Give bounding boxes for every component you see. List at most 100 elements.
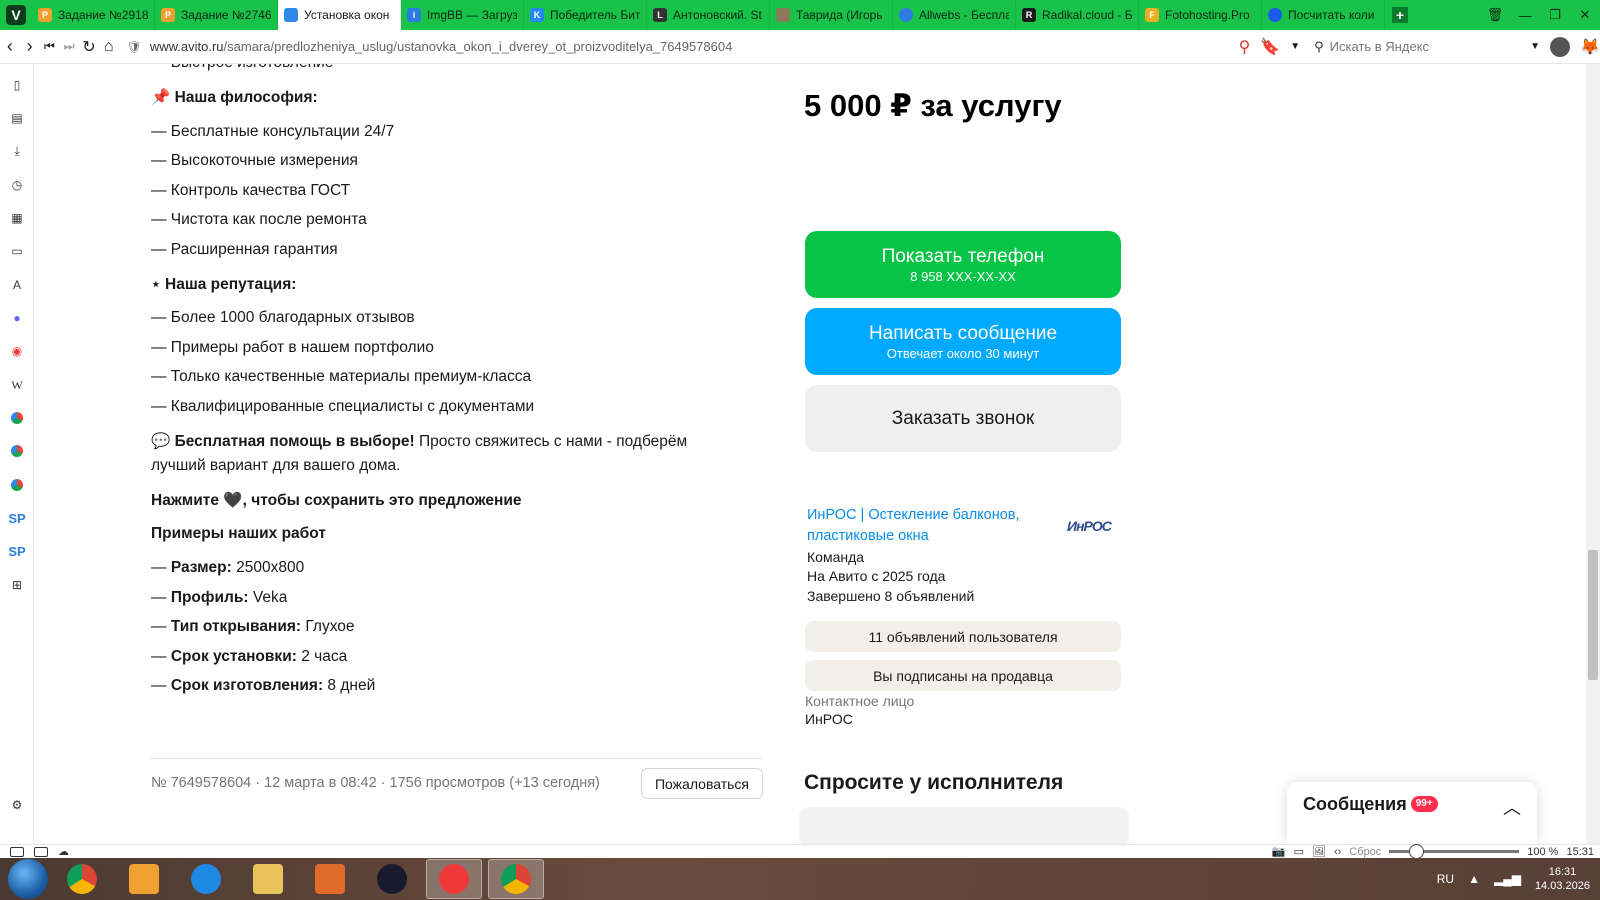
subscribed-button[interactable]: Вы подписаны на продавца [805, 660, 1121, 691]
new-tab-button[interactable]: + [1385, 0, 1415, 30]
sp-icon[interactable]: SP [8, 542, 26, 560]
search-field[interactable]: ⚲ Искать в Яндекс [1310, 34, 1520, 60]
reload-button[interactable]: ↻ [79, 32, 99, 62]
tab-7[interactable]: Таврида (Игорь [770, 0, 893, 30]
taskbar-ie[interactable] [178, 859, 234, 899]
dropdown-arrow-icon[interactable]: ▼ [1290, 41, 1300, 52]
close-button[interactable]: ✕ [1570, 0, 1600, 30]
webpanel-icon[interactable] [8, 476, 26, 494]
page-scrollbar[interactable] [1586, 64, 1600, 844]
mastodon-icon[interactable]: ● [8, 309, 26, 327]
scrollbar-thumb[interactable] [1588, 550, 1598, 680]
taskbar-chrome-2[interactable] [488, 859, 544, 899]
image-icon[interactable]: 🖼 [1312, 845, 1326, 858]
taskbar-chrome[interactable] [54, 859, 110, 899]
settings-gear-icon[interactable]: ⚙ [8, 796, 26, 814]
zoom-level: 100 % [1527, 845, 1559, 858]
reader-icon[interactable]: ▤ [8, 109, 26, 127]
translate-icon[interactable]: A [8, 276, 26, 294]
list-item: — Бесплатные консультации 24/7 [151, 123, 395, 140]
url-field[interactable]: 🛡 www.avito.ru/samara/predlozheniya_uslu… [119, 33, 1219, 61]
add-panel-icon[interactable]: ⊞ [8, 576, 26, 594]
history-icon[interactable]: ◷ [8, 176, 26, 194]
contact-label: Контактное лицо [805, 693, 915, 709]
order-call-button[interactable]: Заказать звонок [805, 385, 1121, 452]
taskbar-vivaldi[interactable] [426, 859, 482, 899]
language-indicator[interactable]: RU [1437, 872, 1454, 886]
seller-logo[interactable]: ИнРОС [1067, 518, 1113, 544]
panel-toggle-icon[interactable] [10, 846, 24, 857]
messages-widget[interactable]: Сообщения 99+ ︿ [1287, 782, 1537, 844]
tray-expand-icon[interactable]: ▲ [1468, 872, 1480, 886]
philosophy-title: 📌 Наша философия: [151, 89, 318, 106]
webpanel-icon[interactable] [8, 442, 26, 460]
ask-performer-title: Спросите у исполнителя [804, 771, 1064, 794]
window-icon[interactable]: ▭ [1294, 845, 1304, 858]
taskbar-app[interactable] [302, 859, 358, 899]
taskbar-media-player[interactable] [116, 859, 172, 899]
permissions-icon[interactable]: ⚲ [1239, 37, 1251, 57]
minimize-button[interactable]: — [1510, 0, 1540, 30]
tab-10[interactable]: F Fotohosting.Pro [1139, 0, 1262, 30]
address-bar: ‹ › ⏮ ⏭ ↻ ⌂ 🛡 www.avito.ru/samara/predlo… [0, 30, 1600, 64]
network-signal-icon[interactable]: ▂▄▆ [1494, 872, 1521, 886]
cloud-sync-icon[interactable]: ☁ [58, 845, 69, 858]
security-shield-icon[interactable]: 🛡 [127, 40, 142, 54]
vivaldi-menu-button[interactable]: V [0, 0, 32, 30]
zoom-reset-button[interactable]: Сброс [1349, 846, 1381, 858]
tab-bar: V P Задание №2918 P Задание №2746 Установк… [0, 0, 1600, 30]
divider [151, 758, 761, 759]
wikipedia-icon[interactable]: W [8, 376, 26, 394]
tab-8[interactable]: Allwebs - Беспла [893, 0, 1016, 30]
bookmark-page-icon[interactable]: 🔖 [1260, 37, 1280, 57]
bookmark-icon[interactable]: ▯ [8, 76, 26, 94]
user-ads-button[interactable]: 11 объявлений пользователя [805, 621, 1121, 652]
clock[interactable]: 16:31 14.03.2026 [1535, 865, 1590, 893]
taskbar-explorer[interactable] [240, 859, 296, 899]
tab-1[interactable]: P Задание №2918 [32, 0, 155, 30]
tab-favicon-icon: P [161, 8, 175, 22]
search-engine-dropdown-icon[interactable]: ▼ [1530, 41, 1540, 52]
tab-5[interactable]: K Победитель Бит [524, 0, 647, 30]
examples-title: Примеры наших работ [151, 525, 326, 542]
report-button[interactable]: Пожаловаться [641, 768, 763, 799]
tab-favicon-icon [1268, 8, 1282, 22]
tile-tabs-icon[interactable] [34, 846, 48, 857]
code-icon[interactable]: ‹› [1334, 846, 1341, 858]
start-button[interactable] [8, 859, 48, 899]
seller-name-link[interactable]: ИнРОС | Остекление балконов, пластиковые… [807, 505, 1047, 547]
webpanel-icon[interactable] [8, 409, 26, 427]
description-line: — Быстрое изготовление [151, 64, 333, 72]
profile-avatar[interactable] [1550, 36, 1571, 57]
camera-icon[interactable]: 📷 [1272, 845, 1286, 858]
spec-row: — Тип открывания: Глухое [151, 618, 355, 635]
sp-icon[interactable]: SP [8, 509, 26, 527]
tab-4[interactable]: i ImgBB — Загруз [401, 0, 524, 30]
back-button[interactable]: ‹ [0, 32, 20, 62]
chrome-icon [67, 864, 97, 894]
window-icon[interactable]: ▭ [8, 242, 26, 260]
restore-button[interactable]: ❐ [1540, 0, 1570, 30]
write-message-button[interactable]: Написать сообщение Отвечает около 30 мин… [805, 308, 1121, 375]
notes-icon[interactable]: ▦ [8, 209, 26, 227]
metamask-extension-icon[interactable]: 🦊 [1580, 37, 1600, 57]
zoom-slider-knob[interactable] [1409, 844, 1425, 859]
ask-performer-box[interactable] [799, 807, 1129, 844]
download-icon[interactable]: ⤓ [8, 142, 26, 160]
zoom-slider[interactable] [1389, 844, 1520, 859]
tab-11[interactable]: Посчитать коли [1262, 0, 1385, 30]
trash-icon[interactable]: 🗑 [1480, 0, 1510, 30]
rewind-button[interactable]: ⏮ [40, 32, 60, 62]
forward-button[interactable]: › [20, 32, 40, 62]
chevron-up-icon[interactable]: ︿ [1503, 794, 1521, 820]
show-phone-button[interactable]: Показать телефон 8 958 XXX-XX-XX [805, 231, 1121, 298]
tab-9[interactable]: R Radikal.cloud - Б [1016, 0, 1139, 30]
home-button[interactable]: ⌂ [99, 32, 119, 62]
tab-2[interactable]: P Задание №2746 [155, 0, 278, 30]
fast-forward-button[interactable]: ⏭ [59, 32, 79, 62]
taskbar-hp[interactable] [364, 859, 420, 899]
tab-3-active[interactable]: Установка окон [278, 0, 401, 30]
vivaldi-icon[interactable]: ◉ [8, 342, 26, 360]
tab-6[interactable]: L Антоновский. St [647, 0, 770, 30]
status-bar-right: 📷 ▭ 🖼 ‹› Сброс 100 % 15:31 [1272, 844, 1600, 859]
